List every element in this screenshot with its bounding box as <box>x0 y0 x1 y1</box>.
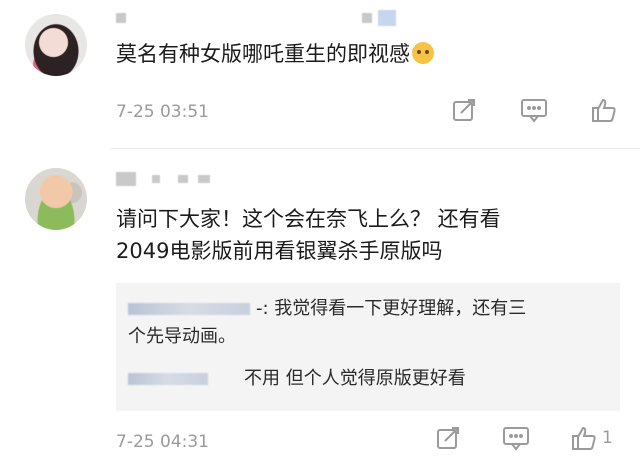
avatar[interactable] <box>25 168 87 230</box>
comment-time: 7-25 04:31 <box>116 432 209 452</box>
reply-panel[interactable]: -: 我觉得看一下更好理解，还有三 个先导动画。 不用 但个人觉得原版更好看 <box>116 283 620 411</box>
reply-item[interactable]: -: 我觉得看一下更好理解，还有三 个先导动画。 <box>128 295 608 351</box>
username-blurred[interactable] <box>116 10 396 26</box>
like-icon <box>590 96 618 124</box>
doge-emoji-icon <box>412 42 434 64</box>
share-icon[interactable] <box>434 424 462 452</box>
reply-text: -: 我觉得看一下更好理解，还有三 <box>256 298 527 319</box>
reply-username-blurred[interactable] <box>128 303 250 315</box>
comment-time: 7-25 03:51 <box>116 102 209 122</box>
username-blurred[interactable] <box>116 172 210 186</box>
like-button[interactable]: 1 <box>570 424 613 452</box>
comment-text: 请问下大家！这个会在奈飞上么？ 还有看 2049电影版前用看银翼杀手原版吗 <box>116 203 501 267</box>
comment-icon[interactable] <box>502 424 530 452</box>
like-icon <box>570 424 598 452</box>
like-count: 1 <box>602 428 613 448</box>
reply-username-blurred[interactable] <box>128 373 208 385</box>
reply-text: 个先导动画。 <box>128 326 236 347</box>
reply-item[interactable]: 不用 但个人觉得原版更好看 <box>128 365 466 393</box>
comment-item: 请问下大家！这个会在奈飞上么？ 还有看 2049电影版前用看银翼杀手原版吗 -:… <box>0 150 640 468</box>
comment-actions <box>450 96 622 124</box>
comment-actions: 1 <box>434 424 613 452</box>
comment-text-line: 请问下大家！这个会在奈飞上么？ 还有看 <box>116 207 501 231</box>
divider <box>110 148 640 149</box>
comment-text-line: 2049电影版前用看银翼杀手原版吗 <box>116 239 443 263</box>
comment-icon[interactable] <box>520 96 548 124</box>
like-button[interactable] <box>590 96 622 124</box>
comment-item: 莫名有种女版哪吒重生的即视感 7-25 03:51 <box>0 0 640 148</box>
share-icon[interactable] <box>450 96 478 124</box>
comment-text: 莫名有种女版哪吒重生的即视感 <box>116 38 434 70</box>
avatar[interactable] <box>25 14 87 76</box>
reply-text: 不用 但个人觉得原版更好看 <box>244 368 466 389</box>
